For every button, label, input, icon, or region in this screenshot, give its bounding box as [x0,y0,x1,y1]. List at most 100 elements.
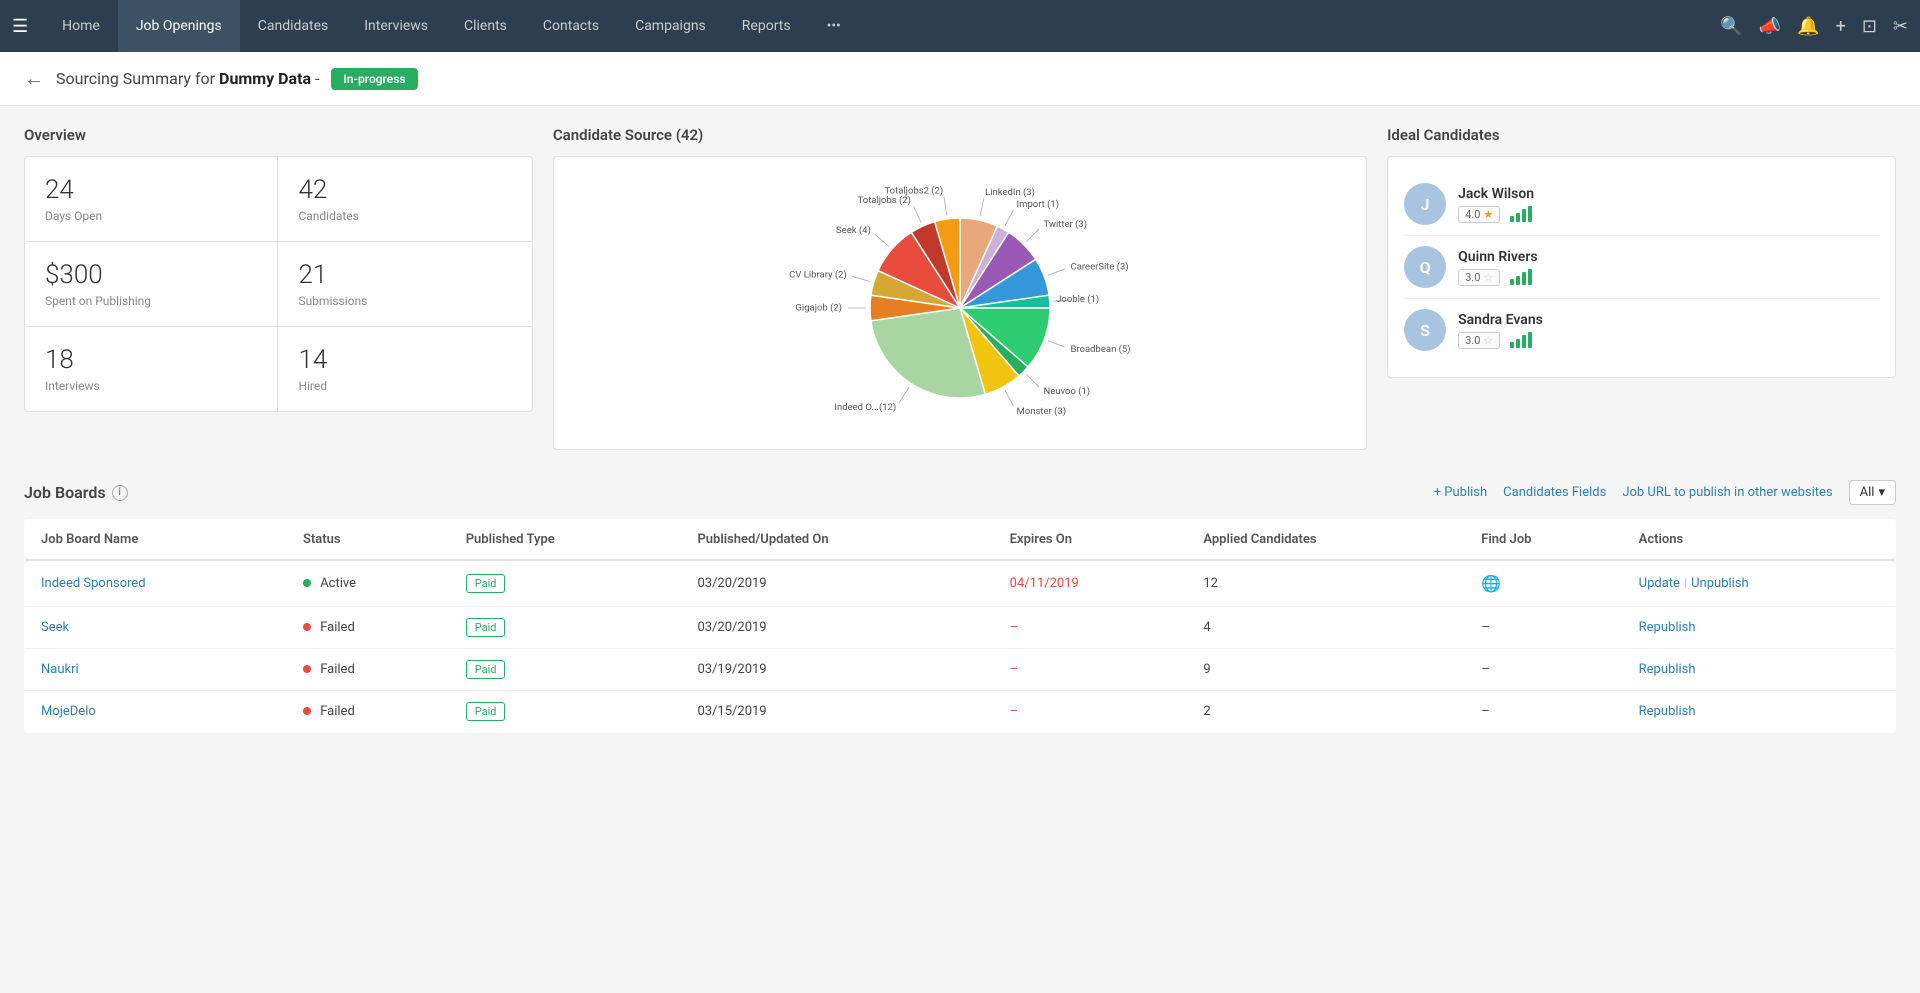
status-dot-icon [303,623,311,631]
overview-label: Interviews [45,379,257,393]
svg-text:Jooble (1): Jooble (1) [1056,294,1099,305]
table-header-row: Job Board NameStatusPublished TypePublis… [25,520,1896,561]
published-type-cell: Paid [450,607,682,649]
table-body: Indeed Sponsored Active Paid 03/20/2019 … [25,560,1896,733]
table-action-link[interactable]: Unpublish [1691,576,1749,591]
add-icon[interactable]: + [1836,16,1846,37]
status-dot-icon [303,707,311,715]
status-dot-icon [303,665,311,673]
table-action-link[interactable]: Update [1639,576,1680,591]
candidate-item: J Jack Wilson 4.0 ★ [1404,173,1879,236]
expires-on-value: 04/11/2019 [1010,576,1079,591]
star-icon: ☆ [1483,271,1493,284]
main-content: Overview 24Days Open42Candidates$300Spen… [0,106,1920,753]
job-boards-title: Job Boards i [24,483,128,502]
published-on-cell: 03/20/2019 [681,607,993,649]
candidate-rating: 3.0 ☆ [1458,269,1879,286]
candidate-name: Quinn Rivers [1458,249,1879,265]
job-board-link[interactable]: Naukri [41,662,79,677]
applied-candidates-cell: 4 [1187,607,1465,649]
search-icon[interactable]: 🔍 [1720,16,1742,37]
megaphone-icon[interactable]: 📣 [1759,16,1781,37]
navbar-item-contacts[interactable]: Contacts [525,0,617,52]
svg-text:Broadbean (5): Broadbean (5) [1071,344,1131,355]
job-url-link[interactable]: Job URL to publish in other websites [1622,485,1832,500]
overview-label: Hired [298,379,511,393]
globe-icon[interactable]: 🌐 [1481,574,1501,593]
navbar-item-interviews[interactable]: Interviews [346,0,446,52]
avatar: S [1404,309,1446,351]
page-header: ← Sourcing Summary for Dummy Data - In-p… [0,52,1920,106]
pie-chart: LinkedIn (3)Import (1)Twitter (3)CareerS… [570,173,1350,433]
table-action-link[interactable]: Republish [1639,620,1696,635]
paid-badge: Paid [466,660,506,679]
info-icon[interactable]: i [112,485,128,501]
overview-label: Spent on Publishing [45,294,257,308]
actions-cell: Republish [1623,649,1896,691]
status-value: Failed [320,704,355,719]
find-job-cell: 🌐 [1465,560,1622,607]
tools-icon[interactable]: ✂ [1893,16,1908,37]
status-value: Failed [320,620,355,635]
table-action-link[interactable]: Republish [1639,662,1696,677]
table-action-link[interactable]: Republish [1639,704,1696,719]
find-job-cell: – [1465,691,1622,733]
status-value: Active [320,576,356,591]
overview-label: Candidates [298,209,511,223]
overview-number: 18 [45,345,257,375]
overview-cell: $300Spent on Publishing [25,242,278,327]
overview-title: Overview [24,126,533,144]
rating-badge: 4.0 ★ [1458,206,1500,223]
overview-grid: 24Days Open42Candidates$300Spent on Publ… [24,156,533,412]
filter-dropdown[interactable]: All ▾ [1849,480,1896,505]
find-job-dash: – [1481,704,1490,719]
overview-cell: 18 Interviews [25,327,278,411]
top-panels: Overview 24Days Open42Candidates$300Spen… [24,126,1896,450]
rating-badge: 3.0 ☆ [1458,269,1500,286]
navbar-item-candidates[interactable]: Candidates [240,0,347,52]
overview-label: Submissions [298,294,511,308]
navbar-item-more[interactable]: ••• [809,0,859,52]
job-boards-section: Job Boards i + Publish Candidates Fields… [24,480,1896,733]
navbar-item-home[interactable]: Home [44,0,118,52]
signal-bars-icon [1510,269,1532,285]
svg-text:Seek (4): Seek (4) [836,225,871,236]
actions-cell: Republish [1623,691,1896,733]
navbar: ☰ Home Job Openings Candidates Interview… [0,0,1920,52]
hamburger-menu-icon[interactable]: ☰ [12,16,28,37]
navbar-item-campaigns[interactable]: Campaigns [617,0,724,52]
back-button[interactable]: ← [24,66,44,91]
table-header-cell: Status [287,520,450,561]
job-board-link[interactable]: MojeDelo [41,704,96,719]
overview-panel: Overview 24Days Open42Candidates$300Spen… [24,126,533,450]
publish-button[interactable]: + Publish [1434,485,1487,500]
svg-text:Monster (3): Monster (3) [1017,406,1066,417]
table-header-cell: Published/Updated On [681,520,993,561]
rating-badge: 3.0 ☆ [1458,332,1500,349]
find-job-cell: – [1465,649,1622,691]
navbar-item-reports[interactable]: Reports [724,0,809,52]
table-header-cell: Actions [1623,520,1896,561]
job-boards-header: Job Boards i + Publish Candidates Fields… [24,480,1896,505]
grid-icon[interactable]: ⊡ [1862,16,1877,37]
ideal-candidates-title: Ideal Candidates [1387,126,1896,144]
navbar-item-job-openings[interactable]: Job Openings [118,0,240,52]
job-board-link[interactable]: Indeed Sponsored [41,576,146,591]
navbar-item-clients[interactable]: Clients [446,0,525,52]
svg-text:CareerSite (3): CareerSite (3) [1071,261,1129,272]
svg-text:Import (1): Import (1) [1017,199,1059,210]
signal-bars-icon [1510,206,1532,222]
signal-bars-icon [1510,332,1532,348]
notification-icon[interactable]: 🔔 [1797,16,1819,37]
action-separator: | [1684,576,1687,591]
overview-number: 24 [45,175,257,205]
candidate-name: Jack Wilson [1458,186,1879,202]
svg-text:Twitter (3): Twitter (3) [1043,219,1087,230]
status-cell: Failed [287,649,450,691]
job-board-link[interactable]: Seek [41,620,69,635]
paid-badge: Paid [466,574,506,593]
published-type-cell: Paid [450,691,682,733]
candidates-fields-link[interactable]: Candidates Fields [1503,485,1606,500]
applied-candidates-cell: 12 [1187,560,1465,607]
expires-on-cell: – [994,607,1188,649]
